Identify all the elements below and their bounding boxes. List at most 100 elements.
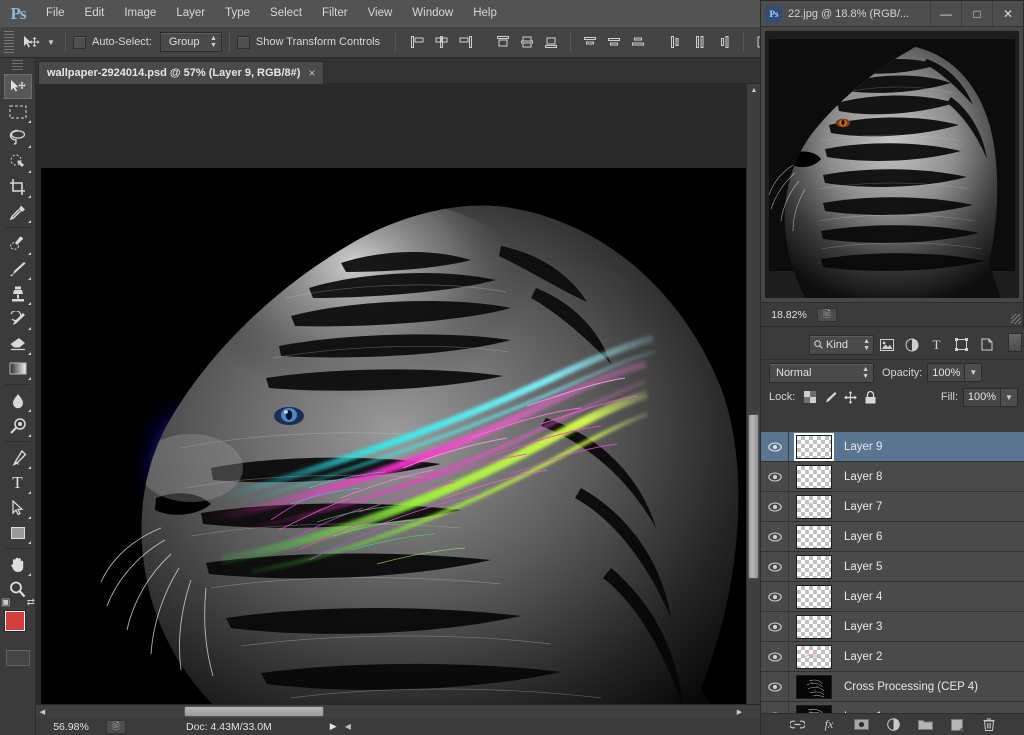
pen-tool[interactable] (4, 445, 32, 470)
new-group-icon[interactable] (916, 716, 934, 734)
layer-visibility-toggle[interactable] (761, 581, 789, 612)
table-row[interactable]: Layer 9 (761, 432, 1024, 462)
vertical-scroll-thumb[interactable] (748, 414, 759, 579)
options-bar-grip[interactable] (4, 31, 14, 53)
new-adjustment-layer-icon[interactable] (884, 716, 902, 734)
align-left-edges-button[interactable] (406, 32, 428, 53)
opacity-value-field[interactable]: 100% (927, 363, 966, 382)
close-icon[interactable]: × (308, 66, 315, 80)
menu-view[interactable]: View (358, 0, 403, 27)
zoom-level-field[interactable]: 56.98% (36, 721, 106, 733)
status-expand-arrow-icon[interactable]: ▶ (330, 721, 337, 732)
layer-thumbnail[interactable] (796, 674, 832, 699)
layer-style-fx-icon[interactable]: fx (820, 716, 838, 734)
link-layers-icon[interactable] (788, 716, 806, 734)
lock-position-icon[interactable] (840, 388, 860, 406)
align-vertical-centers-button[interactable] (516, 32, 538, 53)
layer-filter-toggle-switch[interactable] (1008, 333, 1022, 352)
layer-visibility-toggle[interactable] (761, 641, 789, 672)
horizontal-scroll-thumb[interactable] (184, 706, 324, 717)
eyedropper-tool[interactable] (4, 199, 32, 224)
blur-tool[interactable] (4, 388, 32, 413)
filter-type-layers-icon[interactable]: T (924, 334, 949, 356)
table-row[interactable]: Layer 3 (761, 611, 1024, 642)
blend-mode-dropdown[interactable]: Normal ▲ ▼ (769, 362, 874, 383)
scroll-right-arrow-icon[interactable]: ▶ (733, 705, 746, 719)
floating-window-zoom-level[interactable]: 18.82% (761, 309, 817, 321)
layer-visibility-toggle[interactable] (761, 461, 789, 492)
align-bottom-edges-button[interactable] (540, 32, 562, 53)
table-row[interactable]: Layer 2 (761, 641, 1024, 672)
tool-preset-chevron-down-icon[interactable]: ▼ (44, 38, 58, 47)
floating-document-window[interactable]: Ps 22.jpg @ 18.8% (RGB/... — □ ✕ 18.82% … (760, 0, 1024, 327)
distribute-vertical-centers-button[interactable] (603, 32, 625, 53)
floating-window-canvas[interactable] (765, 31, 1019, 298)
layer-thumbnail[interactable] (796, 494, 832, 519)
layer-thumbnail[interactable] (796, 524, 832, 549)
layer-thumbnail[interactable] (794, 432, 834, 461)
menu-filter[interactable]: Filter (312, 0, 358, 27)
add-layer-mask-icon[interactable] (852, 716, 870, 734)
align-right-edges-button[interactable] (454, 32, 476, 53)
filter-pixel-layers-icon[interactable] (874, 334, 899, 356)
document-tab[interactable]: wallpaper-2924014.psd @ 57% (Layer 9, RG… (38, 61, 325, 84)
crop-tool[interactable] (4, 174, 32, 199)
layer-thumbnail[interactable] (796, 464, 832, 489)
fill-value-field[interactable]: 100% (963, 387, 1001, 407)
scroll-left-arrow-icon[interactable]: ◀ (36, 705, 49, 719)
lock-image-pixels-icon[interactable] (820, 388, 840, 406)
brush-tool[interactable] (4, 256, 32, 281)
rectangular-marquee-tool[interactable] (4, 99, 32, 124)
hand-tool[interactable] (4, 552, 32, 577)
table-row[interactable]: Layer 4 (761, 581, 1024, 612)
layer-thumbnail[interactable] (796, 644, 832, 669)
distribute-right-edges-button[interactable] (713, 32, 735, 53)
rectangle-tool[interactable] (4, 520, 32, 545)
history-brush-tool[interactable] (4, 306, 32, 331)
gradient-tool[interactable] (4, 356, 32, 381)
minimize-button[interactable]: — (930, 1, 961, 26)
floating-window-title-bar[interactable]: Ps 22.jpg @ 18.8% (RGB/... — □ ✕ (761, 1, 1023, 27)
distribute-top-edges-button[interactable] (579, 32, 601, 53)
distribute-bottom-edges-button[interactable] (627, 32, 649, 53)
default-colors-icon[interactable]: ▣ (1, 597, 10, 608)
menu-window[interactable]: Window (402, 0, 463, 27)
canvas-horizontal-scrollbar[interactable]: ◀ ▶ (36, 704, 760, 718)
align-horizontal-centers-button[interactable] (430, 32, 452, 53)
path-selection-tool[interactable] (4, 495, 32, 520)
layer-list[interactable]: Layer 9 Layer 8 Layer 7 Layer 6 Layer 5 … (761, 432, 1024, 715)
align-top-edges-button[interactable] (492, 32, 514, 53)
dodge-tool[interactable] (4, 413, 32, 438)
layer-visibility-toggle[interactable] (761, 432, 789, 462)
layer-thumbnail[interactable] (796, 554, 832, 579)
lock-all-icon[interactable] (860, 388, 880, 406)
canvas-vertical-scrollbar[interactable]: ▲ ▼ (746, 84, 760, 718)
menu-type[interactable]: Type (215, 0, 260, 27)
table-row[interactable]: Layer 5 (761, 551, 1024, 582)
menu-image[interactable]: Image (114, 0, 166, 27)
move-tool-icon[interactable] (18, 31, 44, 53)
move-tool[interactable] (3, 74, 32, 99)
layer-thumbnail[interactable] (796, 614, 832, 639)
swap-colors-icon[interactable]: ⇄ (27, 597, 35, 608)
filter-adjustment-layers-icon[interactable] (899, 334, 924, 356)
menu-help[interactable]: Help (463, 0, 507, 27)
opacity-chevron-down-icon[interactable]: ▼ (965, 363, 983, 382)
status-thumbnail-icon[interactable]: 🖹 (106, 719, 126, 734)
lasso-tool[interactable] (4, 124, 32, 149)
table-row[interactable]: Layer 7 (761, 491, 1024, 522)
spot-healing-brush-tool[interactable] (4, 231, 32, 256)
floating-window-resize-grip[interactable] (1011, 314, 1021, 324)
auto-select-checkbox[interactable] (73, 35, 86, 49)
layer-visibility-toggle[interactable] (761, 551, 789, 582)
auto-select-scope-dropdown[interactable]: Group ▲ ▼ (159, 32, 222, 52)
lock-transparent-pixels-icon[interactable] (800, 388, 820, 406)
floating-window-status-icon[interactable]: 🖹 (817, 307, 837, 322)
maximize-button[interactable]: □ (961, 1, 992, 26)
layer-filter-kind-dropdown[interactable]: Kind ▲ ▼ (809, 334, 874, 355)
menu-layer[interactable]: Layer (166, 0, 215, 27)
delete-layer-icon[interactable] (980, 716, 998, 734)
status-collapse-arrow-icon[interactable]: ◀ (345, 722, 351, 731)
layer-thumbnail[interactable] (796, 584, 832, 609)
new-layer-icon[interactable] (948, 716, 966, 734)
